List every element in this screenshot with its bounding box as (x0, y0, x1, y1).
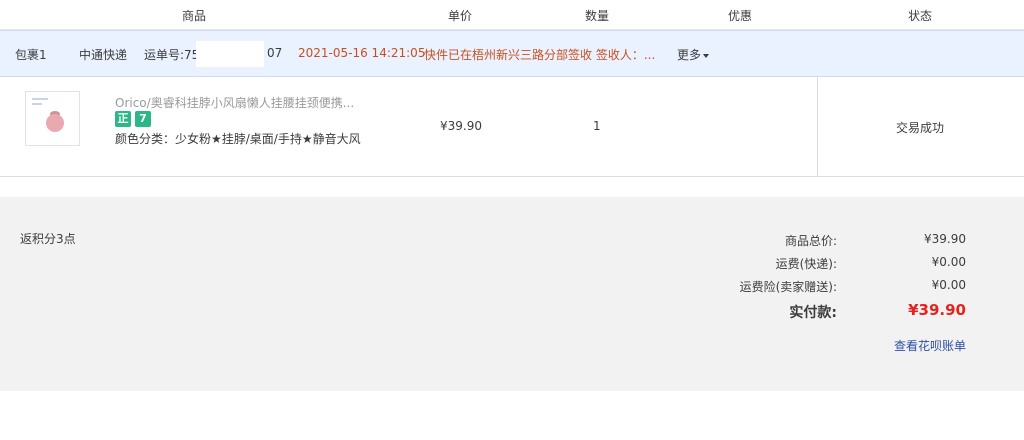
header-discount: 优惠 (727, 9, 753, 23)
carrier-name: 中通快递 (79, 48, 128, 62)
insurance-value: ¥0.00 (931, 278, 966, 292)
points-rebate: 返积分3点 (20, 232, 76, 246)
header-unit-price: 单价 (447, 9, 473, 23)
order-summary: 返积分3点 商品总价: ¥39.90 运费(快递): ¥0.00 运费险(卖家赠… (0, 197, 1024, 391)
tracking-number-suffix: 07 (267, 46, 283, 60)
column-header: 商品 单价 数量 优惠 状态 (0, 0, 1024, 30)
logistics-message: 快件已在梧州新兴三路分部签收 签收人：... (424, 48, 656, 62)
tracking-number-redaction (196, 41, 264, 67)
unit-price: ¥39.90 (440, 119, 482, 133)
paid-value: ¥39.90 (908, 301, 966, 319)
header-quantity: 数量 (584, 9, 610, 23)
view-huabei-bill-link[interactable]: 查看花呗账单 (894, 337, 966, 354)
seven-day-return-badge: 7 (135, 111, 151, 127)
product-thumbnail[interactable] (25, 91, 80, 146)
more-button[interactable]: 更多 (677, 46, 710, 63)
product-title-link[interactable]: Orico/奥睿科挂脖小风扇懒人挂腰挂颈便携... (115, 94, 363, 111)
package-bar: 包裹1 中通快递 运单号:75 07 2021-05-16 14:21:05 快… (0, 30, 1024, 77)
paid-label: 实付款: (789, 305, 837, 321)
insurance-label: 运费险(卖家赠送): (739, 280, 837, 294)
more-label: 更多 (677, 48, 702, 62)
header-product: 商品 (181, 9, 207, 23)
shipping-value: ¥0.00 (931, 255, 966, 269)
column-divider (817, 77, 818, 176)
chevron-down-icon (703, 53, 710, 58)
logistics-timestamp: 2021-05-16 14:21:05 (298, 46, 426, 60)
shipping-label: 运费(快递): (775, 257, 837, 271)
package-name: 包裹1 (15, 48, 47, 62)
order-status: 交易成功 (895, 121, 945, 135)
goods-total-value: ¥39.90 (924, 232, 966, 246)
genuine-badge: 正 (115, 111, 131, 127)
goods-total-label: 商品总价: (784, 234, 837, 248)
product-spec: 颜色分类：少女粉★挂脖/桌面/手持★静音大风 (115, 132, 361, 146)
quantity: 1 (593, 119, 601, 133)
header-status: 状态 (907, 9, 933, 23)
tracking-number-label: 运单号:75 (144, 48, 200, 62)
order-item-row: Orico/奥睿科挂脖小风扇懒人挂腰挂颈便携... 正 7 颜色分类：少女粉★挂… (0, 77, 1024, 177)
